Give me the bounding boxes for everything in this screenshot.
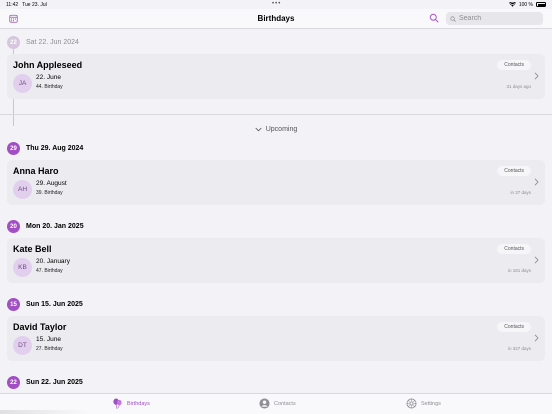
section-date: Thu 29. Aug 2024	[26, 145, 84, 152]
chevron-right-icon	[534, 334, 539, 342]
birthday-age: 27. Birthday	[36, 346, 63, 352]
status-date: Tue 23. Jul	[22, 1, 47, 8]
section-header: 22 Sat 22. Jun 2024	[7, 36, 79, 49]
day-badge: 22	[7, 376, 20, 389]
upcoming-label: Upcoming	[265, 125, 298, 133]
relative-time: in 327 days	[507, 346, 531, 351]
wifi-icon	[508, 2, 516, 7]
birthday-date: 22. June	[36, 74, 61, 81]
navigation-bar: Birthdays	[0, 9, 552, 29]
gear-icon	[406, 398, 417, 409]
tab-contacts[interactable]: Contacts	[259, 398, 296, 409]
search-field-icon	[450, 15, 456, 22]
tab-label: Birthdays	[127, 400, 150, 407]
search-field[interactable]	[446, 12, 543, 25]
person-circle-icon	[259, 398, 270, 409]
tab-label: Settings	[421, 400, 441, 407]
divider	[0, 114, 552, 115]
battery-percent: 100 %	[518, 1, 533, 8]
upcoming-toggle[interactable]: Upcoming	[0, 124, 552, 134]
relative-time: in 181 days	[507, 268, 531, 273]
source-badge: Contacts	[497, 322, 531, 332]
section-date: Sun 15. Jun 2025	[26, 301, 83, 308]
home-indicator	[0, 410, 90, 414]
birthday-age: 44. Birthday	[36, 84, 63, 90]
multitasking-dots-icon[interactable]: •••	[272, 1, 281, 7]
day-badge: 20	[7, 220, 20, 233]
birthday-age: 47. Birthday	[36, 268, 63, 274]
day-badge: 29	[7, 142, 20, 155]
section-date: Mon 20. Jan 2025	[26, 223, 84, 230]
section-header: 20 Mon 20. Jan 2025	[7, 220, 84, 233]
contact-name: Kate Bell	[13, 244, 52, 254]
avatar: AH	[13, 180, 32, 199]
birthday-list[interactable]: 22 Sat 22. Jun 2024 John Appleseed JA 22…	[0, 29, 552, 393]
chevron-right-icon	[534, 72, 539, 80]
birthday-card[interactable]: Kate Bell KB 20. January 47. Birthday Co…	[7, 238, 545, 283]
search-icon[interactable]	[429, 13, 439, 23]
source-badge: Contacts	[497, 244, 531, 254]
section-date: Sun 22. Jun 2025	[26, 379, 83, 386]
birthday-date: 15. June	[36, 336, 61, 343]
tab-birthdays[interactable]: Birthdays	[112, 398, 150, 409]
balloon-icon	[113, 398, 122, 409]
birthday-card[interactable]: David Taylor DT 15. June 27. Birthday Co…	[7, 316, 545, 361]
birthday-card[interactable]: John Appleseed JA 22. June 44. Birthday …	[7, 54, 545, 99]
contact-name: David Taylor	[13, 322, 67, 332]
status-time: 11:42	[6, 1, 19, 8]
tab-settings[interactable]: Settings	[406, 398, 441, 409]
search-input[interactable]	[459, 15, 539, 22]
section-header: 15 Sun 15. Jun 2025	[7, 298, 83, 311]
status-bar: 11:42 Tue 23. Jul ••• 100 %	[0, 0, 552, 9]
source-badge: Contacts	[497, 60, 531, 70]
birthday-age: 39. Birthday	[36, 190, 63, 196]
chevron-right-icon	[534, 256, 539, 264]
source-badge: Contacts	[497, 166, 531, 176]
section-header: 22 Sun 22. Jun 2025	[7, 376, 83, 389]
birthday-date: 29. August	[36, 180, 67, 187]
birthday-date: 20. January	[36, 258, 70, 265]
relative-time: 31 days ago	[506, 84, 531, 89]
avatar: KB	[13, 258, 32, 277]
day-badge: 15	[7, 298, 20, 311]
chevron-right-icon	[534, 178, 539, 186]
avatar: JA	[13, 74, 32, 93]
relative-time: in 37 days	[510, 190, 531, 195]
birthday-card[interactable]: Anna Haro AH 29. August 39. Birthday Con…	[7, 160, 545, 205]
tab-label: Contacts	[274, 400, 296, 407]
day-badge: 22	[7, 36, 20, 49]
avatar: DT	[13, 336, 32, 355]
section-date: Sat 22. Jun 2024	[26, 39, 79, 46]
contact-name: Anna Haro	[13, 166, 59, 176]
section-header: 29 Thu 29. Aug 2024	[7, 142, 83, 155]
contact-name: John Appleseed	[13, 60, 83, 70]
chevron-down-icon	[255, 127, 262, 131]
tab-bar: Birthdays Contacts Settings	[0, 393, 552, 414]
battery-icon	[536, 2, 546, 7]
